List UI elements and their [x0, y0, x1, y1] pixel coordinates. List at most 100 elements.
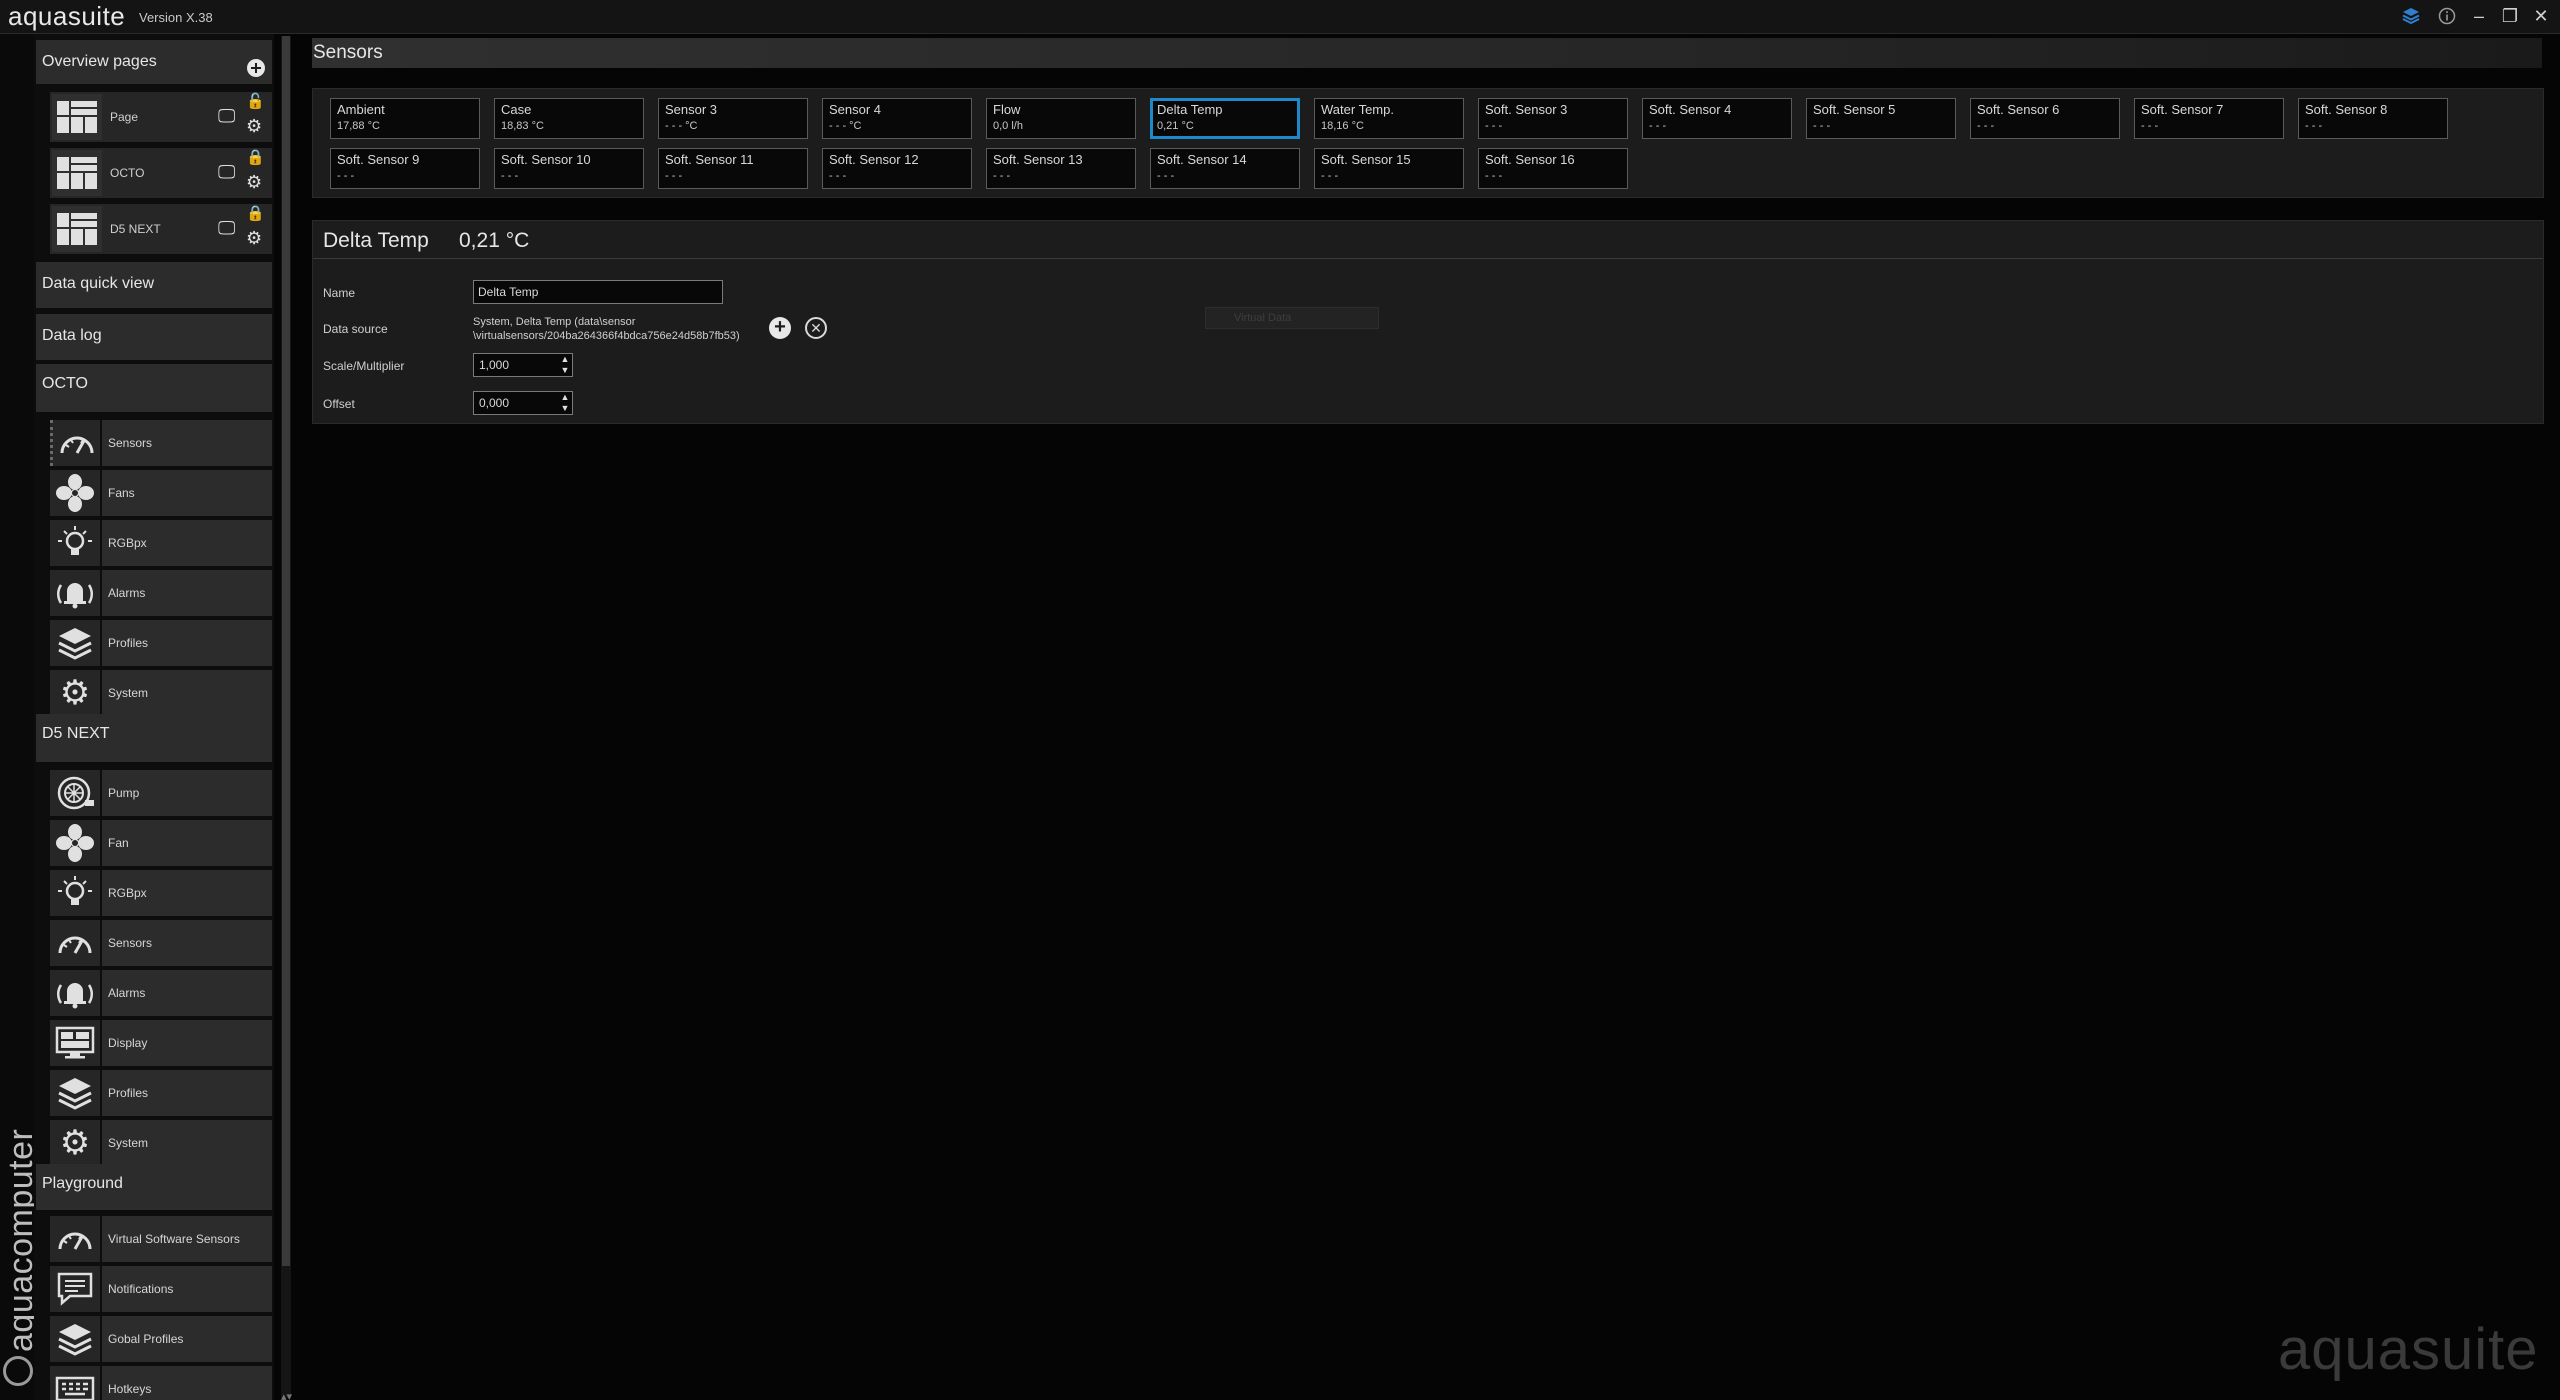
scale-label: Scale/Multiplier	[323, 359, 405, 373]
octo-nav-alarms[interactable]: Alarms	[50, 570, 272, 616]
sensor-tile[interactable]: Water Temp. 18,16 °C	[1314, 98, 1464, 139]
layers-icon[interactable]	[2398, 3, 2424, 29]
sensor-tile[interactable]: Ambient 17,88 °C	[330, 98, 480, 139]
sensor-tile-name: Water Temp.	[1321, 102, 1394, 117]
sensor-tile[interactable]: Soft. Sensor 7 - - -	[2134, 98, 2284, 139]
name-input[interactable]	[473, 280, 723, 304]
monitor-icon[interactable]: 🖵	[218, 162, 235, 183]
octo-nav-rgbpx[interactable]: RGBpx	[50, 520, 272, 566]
sensor-tile[interactable]: Soft. Sensor 14 - - -	[1150, 148, 1300, 189]
overview-page-item[interactable]: OCTO 🖵 🔒 ⚙	[50, 148, 272, 198]
sensor-tile-value: - - -	[1485, 120, 1503, 132]
d5-nav-rgbpx[interactable]: RGBpx	[50, 870, 272, 916]
close-button[interactable]: ✕	[2528, 3, 2554, 29]
playground-nav-global-profiles[interactable]: Gobal Profiles	[50, 1316, 272, 1362]
sensor-tile[interactable]: Soft. Sensor 8 - - -	[2298, 98, 2448, 139]
scale-stepper[interactable]: 1,000 ▲ ▼	[473, 353, 573, 377]
octo-nav-sensors[interactable]: Sensors	[50, 420, 272, 466]
lock-icon[interactable]: 🔒	[246, 148, 265, 166]
fan-icon	[50, 470, 100, 516]
nav-label: Sensors	[108, 936, 153, 950]
unlocked-icon[interactable]: 🔓	[246, 92, 265, 110]
sensor-tile[interactable]: Soft. Sensor 16 - - -	[1478, 148, 1628, 189]
restore-button[interactable]: ❐	[2497, 3, 2523, 29]
increment-arrow-icon[interactable]: ▲	[558, 392, 572, 403]
d5-section-header[interactable]: D5 NEXT	[36, 714, 272, 762]
octo-nav-profiles[interactable]: Profiles	[50, 620, 272, 666]
sensor-tile[interactable]: Soft. Sensor 10 - - -	[494, 148, 644, 189]
pump-icon	[50, 770, 100, 816]
data-log-item[interactable]: Data log	[36, 314, 272, 360]
sidebar-scrollbar[interactable]: ▴▾	[281, 36, 292, 1400]
sensor-tile[interactable]: Soft. Sensor 4 - - -	[1642, 98, 1792, 139]
sensor-tile[interactable]: Soft. Sensor 9 - - -	[330, 148, 480, 189]
gear-icon[interactable]: ⚙	[246, 172, 262, 193]
sensor-tile[interactable]: Delta Temp 0,21 °C	[1150, 98, 1300, 139]
remove-data-source-button[interactable]: ✕	[805, 317, 827, 339]
sensor-tile[interactable]: Sensor 3 - - - °C	[658, 98, 808, 139]
overview-page-item[interactable]: Page 🖵 🔓 ⚙	[50, 92, 272, 142]
monitor-icon[interactable]: 🖵	[218, 218, 235, 239]
sensor-tile[interactable]: Sensor 4 - - - °C	[822, 98, 972, 139]
layers-icon	[50, 1316, 100, 1362]
playground-nav-notifications[interactable]: Notifications	[50, 1266, 272, 1312]
scale-value: 1,000	[479, 358, 510, 372]
info-icon[interactable]	[2434, 3, 2460, 29]
increment-arrow-icon[interactable]: ▲	[558, 354, 572, 365]
d5-nav-alarms[interactable]: Alarms	[50, 970, 272, 1016]
decrement-arrow-icon[interactable]: ▼	[558, 403, 572, 414]
sidebar-scroll-thumb[interactable]	[282, 36, 290, 1266]
sensor-tile-value: - - -	[1813, 120, 1831, 132]
gear-icon[interactable]: ⚙	[246, 116, 262, 137]
offset-stepper[interactable]: 0,000 ▲ ▼	[473, 391, 573, 415]
sensor-tile-value: 0,21 °C	[1157, 120, 1194, 132]
overview-page-item[interactable]: D5 NEXT 🖵 🔒 ⚙	[50, 204, 272, 254]
sensor-tile-name: Case	[501, 102, 532, 117]
lock-icon[interactable]: 🔒	[246, 204, 265, 222]
sensor-tile-value: - - - °C	[829, 120, 862, 132]
playground-nav-hotkeys[interactable]: Hotkeys	[50, 1366, 272, 1400]
octo-nav-system[interactable]: ⚙ System	[50, 670, 272, 716]
sensor-tile-value: - - -	[1321, 170, 1339, 182]
sensor-tile-value: 17,88 °C	[337, 120, 380, 132]
d5-nav-sensors[interactable]: Sensors	[50, 920, 272, 966]
sensor-tile[interactable]: Soft. Sensor 6 - - -	[1970, 98, 2120, 139]
overview-pages-label: Overview pages	[42, 53, 157, 70]
d5-nav-profiles[interactable]: Profiles	[50, 1070, 272, 1116]
overview-pages-header[interactable]: Overview pages	[36, 40, 272, 84]
d5-nav-system[interactable]: ⚙ System	[50, 1120, 272, 1166]
sensor-grid: Ambient 17,88 °C Case 18,83 °C Sensor 3 - - -…	[312, 88, 2544, 198]
sensor-tile-value: - - -	[501, 170, 519, 182]
gear-icon[interactable]: ⚙	[246, 228, 262, 249]
sensor-tile[interactable]: Soft. Sensor 15 - - -	[1314, 148, 1464, 189]
data-quick-view-item[interactable]: Data quick view	[36, 262, 272, 308]
d5-nav-display[interactable]: Display	[50, 1020, 272, 1066]
octo-section-header[interactable]: OCTO	[36, 364, 272, 412]
playground-nav-virtual-software-sensors[interactable]: Virtual Software Sensors	[50, 1216, 272, 1262]
nav-label: Fan	[108, 836, 129, 850]
add-page-icon[interactable]	[246, 58, 266, 78]
sensor-tile[interactable]: Soft. Sensor 3 - - -	[1478, 98, 1628, 139]
octo-nav-fans[interactable]: Fans	[50, 470, 272, 516]
d5-nav-fan[interactable]: Fan	[50, 820, 272, 866]
overview-page-label: Page	[110, 110, 139, 124]
playground-section-header[interactable]: Playground	[36, 1164, 272, 1210]
sensor-tile[interactable]: Soft. Sensor 12 - - -	[822, 148, 972, 189]
minimize-button[interactable]: –	[2466, 3, 2492, 29]
sensor-tile[interactable]: Soft. Sensor 13 - - -	[986, 148, 1136, 189]
sensor-tile[interactable]: Soft. Sensor 5 - - -	[1806, 98, 1956, 139]
scroll-arrows-icon[interactable]: ▴▾	[281, 1390, 292, 1400]
sensor-tile-name: Soft. Sensor 14	[1157, 152, 1247, 167]
d5-nav-pump[interactable]: Pump	[50, 770, 272, 816]
alarm-bell-icon	[50, 570, 100, 616]
nav-label: System	[108, 686, 149, 700]
sensor-tile[interactable]: Flow 0,0 l/h	[986, 98, 1136, 139]
data-source-value: System, Delta Temp (data\sensor \virtual…	[473, 315, 763, 343]
decrement-arrow-icon[interactable]: ▼	[558, 365, 572, 376]
monitor-icon[interactable]: 🖵	[218, 106, 235, 127]
detail-sensor-name: Delta Temp	[323, 229, 429, 252]
sensor-tile-value: - - -	[1649, 120, 1667, 132]
add-data-source-button[interactable]: +	[769, 317, 791, 339]
sensor-tile[interactable]: Soft. Sensor 11 - - -	[658, 148, 808, 189]
sensor-tile[interactable]: Case 18,83 °C	[494, 98, 644, 139]
